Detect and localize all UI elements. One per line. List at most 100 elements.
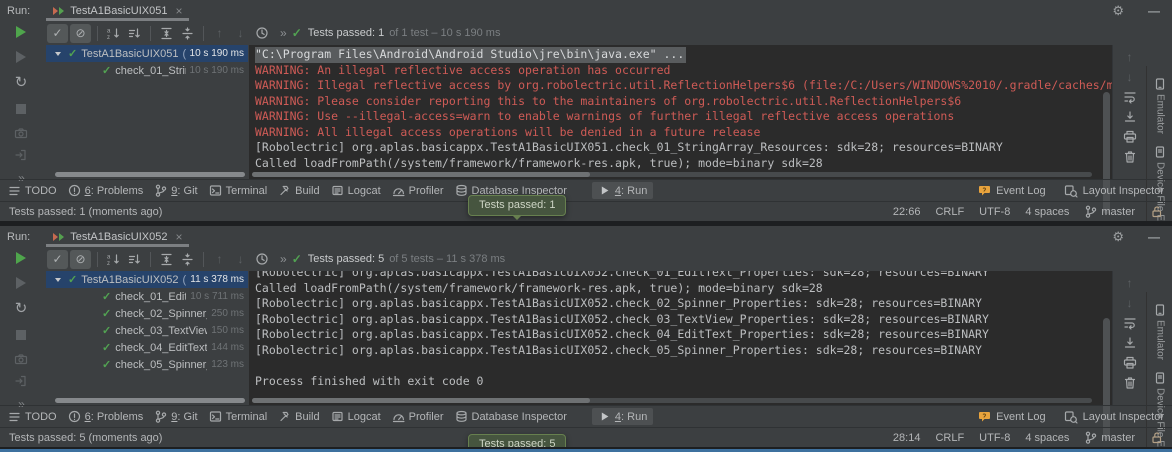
test-case-row[interactable]: ✓check_01_EditText_Properties10 s 711 ms (46, 288, 248, 305)
next-occurrence-icon[interactable]: ↓ (230, 24, 251, 43)
test-history-clock-icon[interactable] (251, 250, 272, 269)
tree-horizontal-scrollbar[interactable] (55, 172, 245, 177)
database-icon (455, 184, 468, 197)
sort-by-duration-icon[interactable] (124, 24, 145, 43)
soft-wrap-icon[interactable] (1122, 315, 1138, 330)
event-log-button[interactable]: Event Log (978, 184, 1046, 197)
test-tree[interactable]: ✓ TestA1BasicUIX051 (org.aplas.basica 10… (46, 45, 248, 179)
clear-all-trash-icon[interactable] (1122, 149, 1138, 164)
tab-close-icon[interactable]: × (175, 231, 182, 243)
sort-alphabetically-icon[interactable]: az (103, 250, 124, 269)
git-branch-widget[interactable]: master (1084, 205, 1135, 218)
up-stack-trace-icon[interactable]: ↑ (1122, 49, 1138, 64)
show-passed-toggle[interactable]: ✓ (47, 24, 68, 43)
expand-all-icon[interactable] (156, 24, 177, 43)
caret-position[interactable]: 28:14 (893, 432, 921, 444)
tab-testa1basicuix051[interactable]: TestA1BasicUIX051 × (46, 0, 189, 21)
sort-alphabetically-icon[interactable]: az (103, 24, 124, 43)
test-history-clock-icon[interactable] (251, 24, 272, 43)
test-case-row[interactable]: ✓check_02_Spinner_Properties250 ms (46, 305, 248, 322)
layout-inspector-button[interactable]: Layout Inspector (1064, 184, 1164, 198)
collapse-all-icon[interactable] (177, 250, 198, 269)
test-suite-row[interactable]: ✓ TestA1BasicUIX052 (org.aplas.basica 11… (46, 271, 248, 288)
toolwindow-button-problems[interactable]: 6: Problems (68, 184, 144, 197)
tree-horizontal-scrollbar[interactable] (55, 398, 245, 403)
rerun-button[interactable] (12, 24, 30, 40)
read-write-lock-icon[interactable] (1150, 431, 1163, 444)
scroll-to-end-icon[interactable] (1122, 335, 1138, 350)
show-passed-toggle[interactable]: ✓ (47, 250, 68, 269)
indent-style[interactable]: 4 spaces (1025, 432, 1069, 444)
line-separator[interactable]: CRLF (935, 432, 964, 444)
toolwindow-button-build[interactable]: Build (278, 184, 319, 197)
toolwindow-button-run[interactable]: 4: Run (592, 408, 653, 425)
toolwindow-button-git[interactable]: 9: Git (154, 184, 197, 197)
console-horizontal-scrollbar[interactable] (252, 172, 1092, 177)
event-log-button[interactable]: Event Log (978, 410, 1046, 423)
file-encoding[interactable]: UTF-8 (979, 206, 1010, 218)
hide-tool-window-icon[interactable]: — (1148, 230, 1160, 244)
read-write-lock-icon[interactable] (1150, 205, 1163, 218)
clear-all-trash-icon[interactable] (1122, 375, 1138, 390)
sort-by-duration-icon[interactable] (124, 250, 145, 269)
layout-inspector-button[interactable]: Layout Inspector (1064, 410, 1164, 424)
tab-close-icon[interactable]: × (175, 5, 182, 17)
toolwindow-button-logcat[interactable]: Logcat (331, 410, 381, 423)
test-suite-row[interactable]: ✓ TestA1BasicUIX051 (org.aplas.basica 10… (46, 45, 248, 62)
tab-title: TestA1BasicUIX052 (70, 231, 167, 243)
toolwindow-button-git[interactable]: 9: Git (154, 410, 197, 423)
toolwindow-button-profiler[interactable]: Profiler (392, 410, 444, 423)
test-tree[interactable]: ✓ TestA1BasicUIX052 (org.aplas.basica 11… (46, 271, 248, 405)
next-occurrence-icon[interactable]: ↓ (230, 250, 251, 269)
down-stack-trace-icon[interactable]: ↓ (1122, 295, 1138, 310)
show-ignored-toggle[interactable]: ⊘ (70, 250, 91, 269)
print-icon[interactable] (1122, 129, 1138, 144)
caret-position[interactable]: 22:66 (893, 206, 921, 218)
toolwindow-button-database-inspector[interactable]: Database Inspector (455, 410, 567, 423)
tests-passed-tooltip: Tests passed: 5 (468, 434, 566, 447)
stripe-button-emulator[interactable]: Emulator (1147, 78, 1172, 134)
stripe-button-emulator[interactable]: Emulator (1147, 304, 1172, 360)
toolwindow-button-profiler[interactable]: Profiler (392, 184, 444, 197)
expanded-chevron-icon[interactable] (55, 278, 61, 282)
test-duration: 10 s 711 ms (190, 291, 248, 302)
print-icon[interactable] (1122, 355, 1138, 370)
run-console[interactable]: [Robolectric] org.aplas.basicappx.TestA1… (249, 271, 1112, 405)
down-stack-trace-icon[interactable]: ↓ (1122, 69, 1138, 84)
hide-tool-window-icon[interactable]: — (1148, 4, 1160, 18)
toolwindow-button-run[interactable]: 4: Run (592, 182, 653, 199)
tab-testa1basicuix052[interactable]: TestA1BasicUIX052 × (46, 226, 189, 247)
toolbar-more-chevrons[interactable]: » (280, 26, 286, 40)
up-stack-trace-icon[interactable]: ↑ (1122, 275, 1138, 290)
git-branch-widget[interactable]: master (1084, 431, 1135, 444)
test-passed-icon: ✓ (102, 307, 111, 320)
expanded-chevron-icon[interactable] (55, 52, 61, 56)
toolbar-more-chevrons[interactable]: » (280, 252, 286, 266)
previous-occurrence-icon[interactable]: ↑ (209, 250, 230, 269)
toolwindow-button-terminal[interactable]: Terminal (209, 410, 268, 423)
previous-occurrence-icon[interactable]: ↑ (209, 24, 230, 43)
test-case-row[interactable]: ✓check_01_StringArray_Resources10 s 190 … (46, 62, 248, 79)
show-ignored-toggle[interactable]: ⊘ (70, 24, 91, 43)
test-case-row[interactable]: ✓check_05_Spinner_Properties123 ms (46, 356, 248, 373)
settings-gear-icon[interactable]: ⚙ (1112, 229, 1124, 245)
toolwindow-button-problems[interactable]: 6: Problems (68, 410, 144, 423)
toolwindow-button-terminal[interactable]: Terminal (209, 184, 268, 197)
run-console[interactable]: "C:\Program Files\Android\Android Studio… (249, 45, 1112, 179)
indent-style[interactable]: 4 spaces (1025, 206, 1069, 218)
settings-gear-icon[interactable]: ⚙ (1112, 3, 1124, 19)
line-separator[interactable]: CRLF (935, 206, 964, 218)
soft-wrap-icon[interactable] (1122, 89, 1138, 104)
test-case-row[interactable]: ✓check_03_TextView_Properties150 ms (46, 322, 248, 339)
file-encoding[interactable]: UTF-8 (979, 432, 1010, 444)
test-case-row[interactable]: ✓check_04_EditText_Properties144 ms (46, 339, 248, 356)
toolwindow-button-build[interactable]: Build (278, 410, 319, 423)
toolwindow-button-logcat[interactable]: Logcat (331, 184, 381, 197)
collapse-all-icon[interactable] (177, 24, 198, 43)
expand-all-icon[interactable] (156, 250, 177, 269)
toolwindow-button-todo[interactable]: TODO (8, 184, 57, 197)
console-horizontal-scrollbar[interactable] (252, 398, 1092, 403)
rerun-button[interactable] (12, 250, 30, 266)
toolwindow-button-todo[interactable]: TODO (8, 410, 57, 423)
scroll-to-end-icon[interactable] (1122, 109, 1138, 124)
